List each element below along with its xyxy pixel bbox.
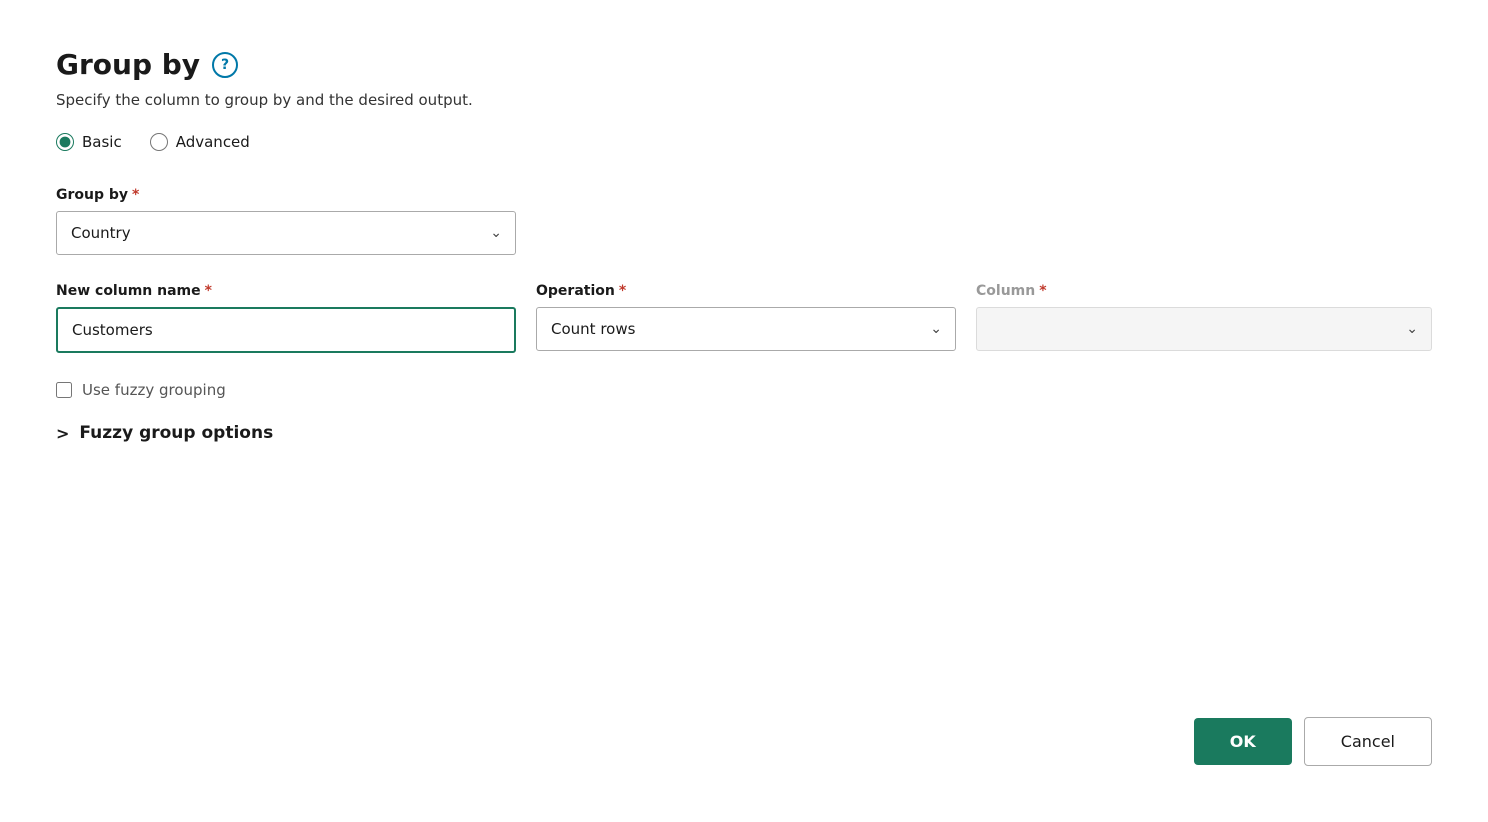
radio-basic[interactable]: Basic	[56, 133, 122, 151]
group-by-required: *	[132, 187, 139, 203]
column-label: Column *	[976, 283, 1432, 299]
footer-buttons: OK Cancel	[1194, 717, 1432, 766]
operation-label: Operation *	[536, 283, 956, 299]
fuzzy-options-chevron-icon: >	[56, 424, 69, 443]
group-by-section: Group by * Country City Region ⌄	[56, 187, 1432, 255]
dialog-subtitle: Specify the column to group by and the d…	[56, 91, 1432, 109]
fuzzy-options-label: Fuzzy group options	[79, 423, 273, 443]
column-select-wrapper: ⌄	[976, 307, 1432, 351]
operation-section: Operation * Count rows Sum Average Min M…	[536, 283, 956, 351]
dialog-title: Group by	[56, 48, 200, 81]
new-column-name-label: New column name *	[56, 283, 516, 299]
group-by-select-wrapper: Country City Region ⌄	[56, 211, 516, 255]
radio-advanced[interactable]: Advanced	[150, 133, 250, 151]
fuzzy-grouping-checkbox[interactable]	[56, 382, 72, 398]
operation-required: *	[619, 283, 626, 299]
columns-row: New column name * Operation * Count rows…	[56, 283, 1432, 353]
column-section: Column * ⌄	[976, 283, 1432, 351]
radio-basic-input[interactable]	[56, 133, 74, 151]
help-icon[interactable]: ?	[212, 52, 238, 78]
column-select[interactable]	[976, 307, 1432, 351]
fuzzy-checkbox-row: Use fuzzy grouping	[56, 381, 1432, 399]
operation-select[interactable]: Count rows Sum Average Min Max Count dis…	[536, 307, 956, 351]
radio-advanced-input[interactable]	[150, 133, 168, 151]
group-by-label: Group by *	[56, 187, 1432, 203]
group-by-select[interactable]: Country City Region	[56, 211, 516, 255]
fuzzy-grouping-label[interactable]: Use fuzzy grouping	[82, 381, 226, 399]
group-by-dialog: Group by ? Specify the column to group b…	[0, 0, 1488, 822]
new-column-name-required: *	[205, 283, 212, 299]
ok-button[interactable]: OK	[1194, 718, 1292, 765]
radio-basic-label: Basic	[82, 133, 122, 151]
header-row: Group by ?	[56, 48, 1432, 81]
column-required: *	[1039, 283, 1046, 299]
mode-radio-group: Basic Advanced	[56, 133, 1432, 151]
new-column-name-section: New column name *	[56, 283, 516, 353]
fuzzy-group-options-row[interactable]: > Fuzzy group options	[56, 423, 1432, 443]
new-column-name-input[interactable]	[56, 307, 516, 353]
operation-select-wrapper: Count rows Sum Average Min Max Count dis…	[536, 307, 956, 351]
cancel-button[interactable]: Cancel	[1304, 717, 1432, 766]
radio-advanced-label: Advanced	[176, 133, 250, 151]
